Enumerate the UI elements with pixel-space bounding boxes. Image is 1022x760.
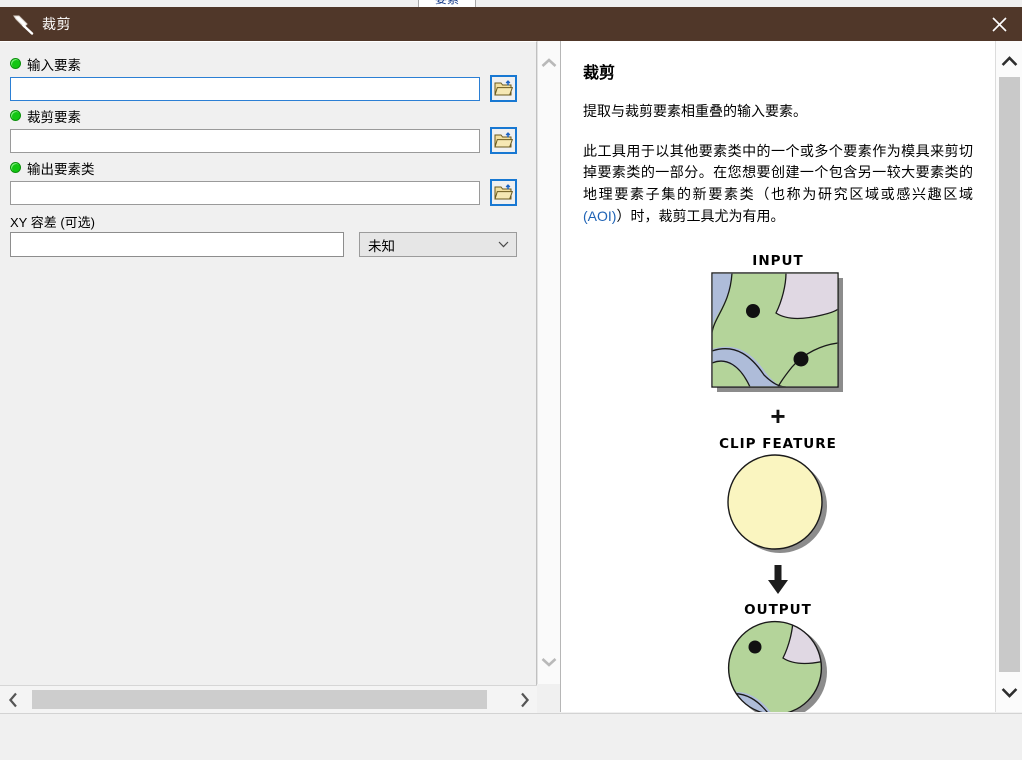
help-description-aoi-link[interactable]: (AOI) [583,208,616,224]
param-xy-tolerance-field: 未知 [10,232,517,257]
title-bar: 裁剪 [0,7,1022,41]
diagram-input-label: INPUT [752,253,804,270]
param-output-feature-class-label: 输出要素类 [27,161,95,177]
parameters-panel: 输入要素 裁剪要素 输出要素类 XY 容差 (可选) 未知 [0,41,537,685]
chevron-down-icon [541,658,557,667]
help-summary: 提取与裁剪要素相重叠的输入要素。 [583,103,807,119]
xy-tolerance-input[interactable] [10,232,344,257]
help-description: 此工具用于以其他要素类中的一个或多个要素作为模具来剪切掉要素类的一部分。在您想要… [583,141,973,228]
help-scroll-down-button[interactable] [996,679,1022,705]
dialog-body: 输入要素 裁剪要素 输出要素类 XY 容差 (可选) 未知 裁剪 提取与裁剪要素… [0,41,1022,713]
parameters-horizontal-scrollbar[interactable] [0,685,537,713]
xy-tolerance-unit-select[interactable]: 未知 [359,232,517,257]
parameters-scroll-down-button[interactable] [538,650,560,674]
open-folder-icon [494,184,513,200]
clip-illustration: INPUT + CLIP FEATURE OUTPUT [561,253,995,712]
close-icon [991,16,1007,32]
close-button[interactable] [976,7,1022,41]
input-features-browse-button[interactable] [490,75,517,102]
param-xy-tolerance: XY 容差 (可选) 未知 [10,212,517,257]
parameters-list: 输入要素 裁剪要素 输出要素类 XY 容差 (可选) 未知 [0,42,536,685]
param-input-features-label-row: 输入要素 [10,55,517,73]
param-input-features-label: 输入要素 [27,57,81,73]
xy-tolerance-unit-value: 未知 [368,238,395,254]
help-title: 裁剪 [583,65,616,82]
clip-feature-graphic [727,454,827,554]
param-input-features-field [10,75,517,102]
help-panel: 裁剪 提取与裁剪要素相重叠的输入要素。 此工具用于以其他要素类中的一个或多个要素… [560,41,1022,712]
clip-features-browse-button[interactable] [490,127,517,154]
param-xy-tolerance-label: XY 容差 (可选) [10,215,95,230]
diagram-plus-sign: + [770,401,786,432]
chevron-left-icon [8,692,17,707]
arrow-down-icon [768,565,788,595]
clip-tool-dialog: 要素 裁剪 输入要素 [0,0,1022,760]
chevron-down-icon [498,241,509,248]
required-dot-icon [10,110,21,121]
chevron-right-icon [520,692,529,707]
help-vertical-scrollbar[interactable] [995,41,1022,712]
hscroll-left-button[interactable] [0,686,26,713]
help-content: 裁剪 提取与裁剪要素相重叠的输入要素。 此工具用于以其他要素类中的一个或多个要素… [561,41,995,712]
window-title: 裁剪 [42,16,71,32]
dialog-button-bar: 确定 取消 应用 << 隐藏帮助 工具帮助 https://blog.csdn.… [0,713,1022,760]
param-clip-features-field [10,127,517,154]
parameters-vertical-scrollbar[interactable] [537,41,561,684]
output-feature-class-browse-button[interactable] [490,179,517,206]
param-input-features: 输入要素 [10,55,517,102]
clip-features-input[interactable] [10,128,480,153]
open-folder-icon [494,132,513,148]
hscroll-thumb[interactable] [32,690,487,709]
param-output-feature-class: 输出要素类 [10,159,517,206]
output-map-graphic [727,621,827,712]
output-feature-class-input[interactable] [10,180,480,205]
required-dot-icon [10,58,21,69]
param-output-feature-class-label-row: 输出要素类 [10,159,517,177]
diagram-input-figure [561,269,995,394]
diagram-clip-label: CLIP FEATURE [719,436,837,453]
help-scroll-up-button[interactable] [996,48,1022,74]
help-description-part2: ）时，裁剪工具尤为有用。 [616,207,785,224]
chevron-up-icon [541,58,557,67]
param-clip-features-label-row: 裁剪要素 [10,107,517,125]
parameters-scroll-up-button[interactable] [538,51,560,75]
param-clip-features-label: 裁剪要素 [27,109,81,125]
chevron-down-icon [1001,687,1018,698]
input-map-graphic [711,272,843,393]
diagram-output-label: OUTPUT [744,602,812,619]
help-description-part1: 此工具用于以其他要素类中的一个或多个要素作为模具来剪切掉要素类的一部分。在您想要… [583,142,973,203]
required-dot-icon [10,162,21,173]
input-features-input[interactable] [10,76,480,101]
hscroll-track[interactable] [26,690,511,709]
param-clip-features: 裁剪要素 [10,107,517,154]
open-folder-icon [494,80,513,96]
diagram-down-arrow [561,565,995,595]
hscroll-right-button[interactable] [511,686,537,713]
diagram-output-figure [561,618,995,712]
chevron-up-icon [1001,55,1018,66]
help-scroll-thumb[interactable] [999,77,1020,672]
param-output-feature-class-field [10,179,517,206]
hammer-tool-icon [10,13,36,35]
diagram-clip-figure [561,452,995,556]
